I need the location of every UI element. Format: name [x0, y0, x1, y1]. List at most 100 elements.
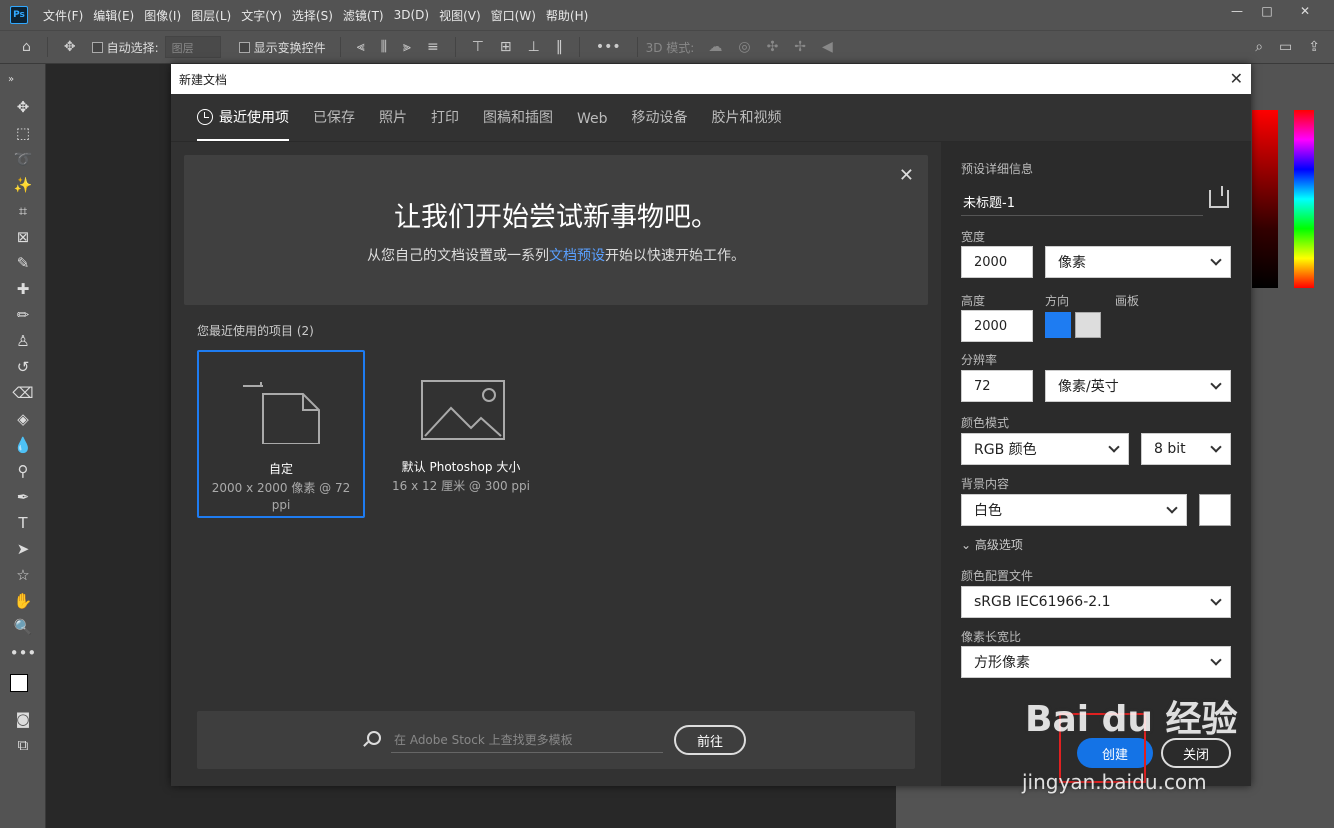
auto-select-dropdown[interactable]: 图层 — [164, 36, 221, 58]
move-tool-icon[interactable]: ✥ — [0, 94, 46, 120]
pen-tool-icon[interactable]: ✒ — [0, 484, 46, 510]
menu-help[interactable]: 帮助(H) — [541, 7, 593, 24]
distribute-icon[interactable]: ≡ — [427, 39, 439, 55]
align-center-icon[interactable]: ⫼ — [381, 39, 387, 55]
stock-search-input[interactable] — [391, 727, 663, 753]
menu-filter[interactable]: 滤镜(T) — [338, 7, 389, 24]
background-dropdown[interactable]: 白色 — [961, 494, 1187, 526]
minimize-icon[interactable]: — — [1222, 0, 1252, 22]
maximize-icon[interactable]: □ — [1252, 0, 1282, 22]
hand-tool-icon[interactable]: ✋ — [0, 588, 46, 614]
menu-file[interactable]: 文件(F) — [38, 7, 88, 24]
healing-brush-tool-icon[interactable]: ✚ — [0, 276, 46, 302]
tab-art-illustration[interactable]: 图稿和插图 — [483, 107, 553, 141]
resolution-input[interactable]: 72 — [961, 370, 1033, 402]
document-name-field[interactable]: 未标题-1 — [961, 186, 1203, 216]
tab-print[interactable]: 打印 — [431, 107, 459, 141]
preset-card-default[interactable]: 默认 Photoshop 大小 16 x 12 厘米 @ 300 ppi — [377, 350, 545, 518]
edit-toolbar-icon[interactable]: ••• — [0, 640, 46, 666]
tab-recent[interactable]: 最近使用项 — [197, 107, 289, 141]
brush-tool-icon[interactable]: ✏ — [0, 302, 46, 328]
align-middle-icon[interactable]: ⊞ — [500, 39, 512, 55]
banner-close-icon[interactable]: ✕ — [899, 165, 914, 186]
align-bottom-icon[interactable]: ⊥ — [528, 39, 540, 55]
chevron-down-icon — [1108, 441, 1120, 453]
tab-mobile[interactable]: 移动设备 — [632, 107, 688, 141]
preset-card-custom[interactable]: 自定 2000 x 2000 像素 @ 72 ppi — [197, 350, 365, 518]
tab-photo[interactable]: 照片 — [379, 107, 407, 141]
workspace-icon[interactable]: ▭ — [1279, 39, 1292, 55]
menu-type[interactable]: 文字(Y) — [236, 7, 287, 24]
camera-3d-icon[interactable]: ◀ — [822, 39, 833, 55]
foreground-color-swatch[interactable] — [10, 674, 28, 692]
search-icon[interactable]: ⌕ — [1255, 39, 1263, 55]
blur-tool-icon[interactable]: 💧 — [0, 432, 46, 458]
orbit-3d-icon[interactable]: ☁ — [708, 39, 722, 55]
type-tool-icon[interactable]: T — [0, 510, 46, 536]
quick-mask-icon[interactable]: ◙ — [0, 706, 46, 732]
slide-3d-icon[interactable]: ✢ — [794, 39, 806, 55]
show-transform-checkbox[interactable] — [238, 41, 250, 53]
menu-image[interactable]: 图像(I) — [139, 7, 186, 24]
hue-slider[interactable] — [1294, 110, 1314, 288]
width-unit-dropdown[interactable]: 像素 — [1045, 246, 1231, 278]
dialog-close-icon[interactable]: ✕ — [1230, 69, 1243, 88]
menu-view[interactable]: 视图(V) — [434, 7, 486, 24]
tab-saved[interactable]: 已保存 — [313, 107, 355, 141]
tab-web[interactable]: Web — [577, 111, 608, 141]
more-options-icon[interactable]: ••• — [596, 39, 621, 55]
height-input[interactable]: 2000 — [961, 310, 1033, 342]
color-picker-field[interactable] — [1252, 110, 1278, 288]
collapse-toolbar-icon[interactable]: » — [0, 64, 46, 94]
portrait-orientation-icon[interactable] — [1045, 312, 1071, 338]
color-mode-dropdown[interactable]: RGB 颜色 — [961, 433, 1129, 465]
paint-bucket-tool-icon[interactable]: ◈ — [0, 406, 46, 432]
pixel-aspect-dropdown[interactable]: 方形像素 — [961, 646, 1231, 678]
tab-film-video[interactable]: 胶片和视频 — [712, 107, 782, 141]
menu-edit[interactable]: 编辑(E) — [88, 7, 139, 24]
align-right-icon[interactable]: ⫸ — [403, 39, 411, 55]
align-left-icon[interactable]: ⫷ — [357, 39, 365, 55]
advanced-options-toggle[interactable]: ⌄ 高级选项 — [961, 536, 1023, 553]
chevron-down-icon — [1210, 594, 1222, 606]
background-color-swatch[interactable] — [1199, 494, 1231, 526]
align-top-icon[interactable]: ⊤ — [472, 39, 484, 55]
width-input[interactable]: 2000 — [961, 246, 1033, 278]
distribute-vertical-icon[interactable]: ‖ — [556, 39, 563, 55]
magic-wand-tool-icon[interactable]: ✨ — [0, 172, 46, 198]
bit-depth-dropdown[interactable]: 8 bit — [1141, 433, 1231, 465]
marquee-tool-icon[interactable]: ⬚ — [0, 120, 46, 146]
frame-tool-icon[interactable]: ⊠ — [0, 224, 46, 250]
clone-stamp-tool-icon[interactable]: ♙ — [0, 328, 46, 354]
roll-3d-icon[interactable]: ◎ — [738, 39, 750, 55]
landscape-orientation-icon[interactable] — [1075, 312, 1101, 338]
save-preset-icon[interactable] — [1209, 186, 1229, 208]
color-profile-dropdown[interactable]: sRGB IEC61966-2.1 — [961, 586, 1231, 618]
pan-3d-icon[interactable]: ✣ — [767, 39, 779, 55]
share-icon[interactable]: ⇪ — [1308, 39, 1320, 55]
history-brush-tool-icon[interactable]: ↺ — [0, 354, 46, 380]
document-presets-link[interactable]: 文档预设 — [549, 248, 605, 264]
dodge-tool-icon[interactable]: ⚲ — [0, 458, 46, 484]
go-button[interactable]: 前往 — [674, 725, 746, 755]
move-tool-icon[interactable]: ✥ — [64, 39, 76, 55]
menu-select[interactable]: 选择(S) — [287, 7, 338, 24]
window-close-icon[interactable]: ✕ — [1290, 0, 1320, 22]
menu-layer[interactable]: 图层(L) — [186, 7, 236, 24]
shape-tool-icon[interactable]: ☆ — [0, 562, 46, 588]
divider — [636, 37, 638, 57]
lasso-tool-icon[interactable]: ➰ — [0, 146, 46, 172]
crop-tool-icon[interactable]: ⌗ — [0, 198, 46, 224]
menu-3d[interactable]: 3D(D) — [389, 8, 434, 22]
home-icon[interactable]: ⌂ — [22, 39, 31, 55]
eyedropper-tool-icon[interactable]: ✎ — [0, 250, 46, 276]
screen-mode-icon[interactable]: ⧉ — [0, 732, 46, 758]
color-swatches[interactable] — [0, 666, 46, 706]
close-button[interactable]: 关闭 — [1161, 738, 1231, 768]
resolution-unit-dropdown[interactable]: 像素/英寸 — [1045, 370, 1231, 402]
eraser-tool-icon[interactable]: ⌫ — [0, 380, 46, 406]
zoom-tool-icon[interactable]: 🔍 — [0, 614, 46, 640]
path-selection-tool-icon[interactable]: ➤ — [0, 536, 46, 562]
menu-window[interactable]: 窗口(W) — [486, 7, 541, 24]
auto-select-checkbox[interactable] — [91, 41, 103, 53]
